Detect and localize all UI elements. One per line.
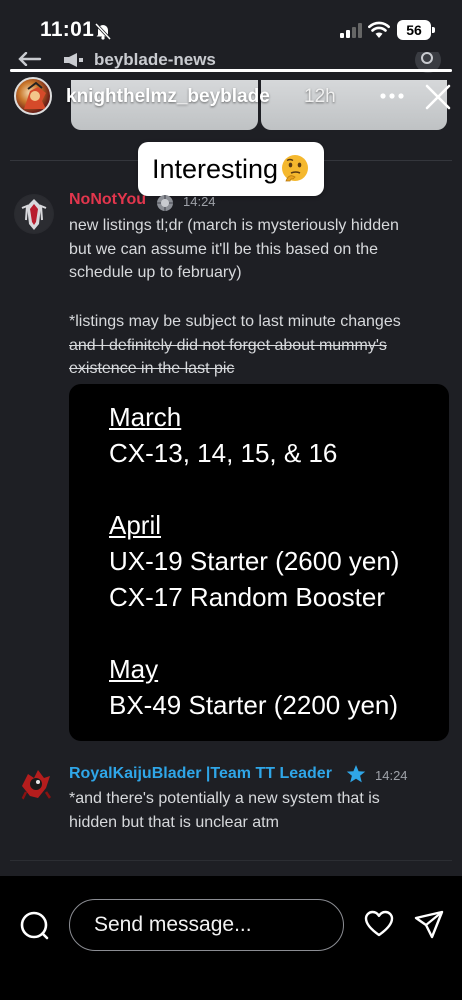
message-author[interactable]: NoNotYou xyxy=(69,191,146,209)
more-icon[interactable] xyxy=(380,93,404,99)
story-progress-fill xyxy=(10,69,452,72)
message-content: *and there's potentially a new system th… xyxy=(69,787,444,834)
message-line: *listings may be subject to last minute … xyxy=(69,313,401,330)
message-timestamp: 14:24 xyxy=(183,194,216,209)
back-arrow-icon[interactable] xyxy=(18,52,42,66)
wifi-icon xyxy=(368,21,390,38)
divider xyxy=(10,860,452,861)
message-author-avatar[interactable] xyxy=(16,764,56,804)
message-line: hidden but that is unclear atm xyxy=(69,813,279,831)
message-line: schedule up to february) xyxy=(69,264,242,281)
image-text-line: CX-13, 14, 15, & 16 xyxy=(109,438,338,468)
strikethrough-line: and I definitely did not forget about mu… xyxy=(69,336,387,354)
send-icon[interactable] xyxy=(414,909,444,939)
message-content: new listings tl;dr (march is mysteriousl… xyxy=(69,214,444,285)
story-username[interactable]: knighthelmz_beyblade xyxy=(66,86,270,108)
strikethrough-line: existence in the last pic xyxy=(69,360,235,377)
announcement-channel-icon xyxy=(64,53,83,67)
image-text-heading: April xyxy=(109,510,162,540)
message-content: *listings may be subject to last minute … xyxy=(69,310,444,381)
message-line: but we can assume it'll be this based on… xyxy=(69,240,379,258)
image-text-line: CX-17 Random Booster xyxy=(109,582,386,612)
story-time: 12h xyxy=(304,86,336,107)
message-input[interactable] xyxy=(69,899,344,951)
avatar-art xyxy=(20,770,52,801)
avatar-art xyxy=(15,195,53,233)
heart-icon[interactable] xyxy=(364,910,394,938)
channel-name[interactable]: beyblade-news xyxy=(94,50,216,70)
bell-off-icon xyxy=(94,22,112,40)
story-progress-bar xyxy=(10,69,452,72)
message-author[interactable]: RoyalKaijuBlader |Team TT Leader xyxy=(69,765,332,783)
cellular-signal-icon xyxy=(340,23,362,38)
status-bar: 11:01 56 xyxy=(0,0,462,52)
message-image[interactable]: March CX-13, 14, 15, & 16 April UX-19 St… xyxy=(69,384,449,741)
message-line: *and there's potentially a new system th… xyxy=(69,790,380,807)
sticker-text: Interesting xyxy=(152,154,279,184)
image-text-heading: March xyxy=(109,402,182,432)
image-text-heading: May xyxy=(109,654,159,684)
story-author-avatar[interactable] xyxy=(14,77,52,115)
status-time: 11:01 xyxy=(40,18,95,41)
message-line: new listings tl;dr (march is mysteriousl… xyxy=(69,217,399,234)
server-tag-icon xyxy=(157,195,173,211)
close-icon[interactable] xyxy=(425,84,451,110)
star-icon xyxy=(346,765,366,783)
avatar-art xyxy=(24,81,46,109)
battery-indicator: 56 xyxy=(397,20,435,40)
message-timestamp: 14:24 xyxy=(375,768,408,783)
message-image-thumbnail xyxy=(261,80,447,130)
image-text-line: UX-19 Starter (2600 yen) xyxy=(109,546,400,576)
camera-icon[interactable] xyxy=(19,910,49,940)
thinking-face-icon xyxy=(282,155,308,182)
text-sticker[interactable]: Interesting xyxy=(138,142,324,196)
image-text-line: BX-49 Starter (2200 yen) xyxy=(109,690,399,720)
message-author-avatar[interactable] xyxy=(14,194,54,234)
story-screen: beyblade-news 11:01 56 knighthelmz_beybl… xyxy=(0,0,462,1000)
